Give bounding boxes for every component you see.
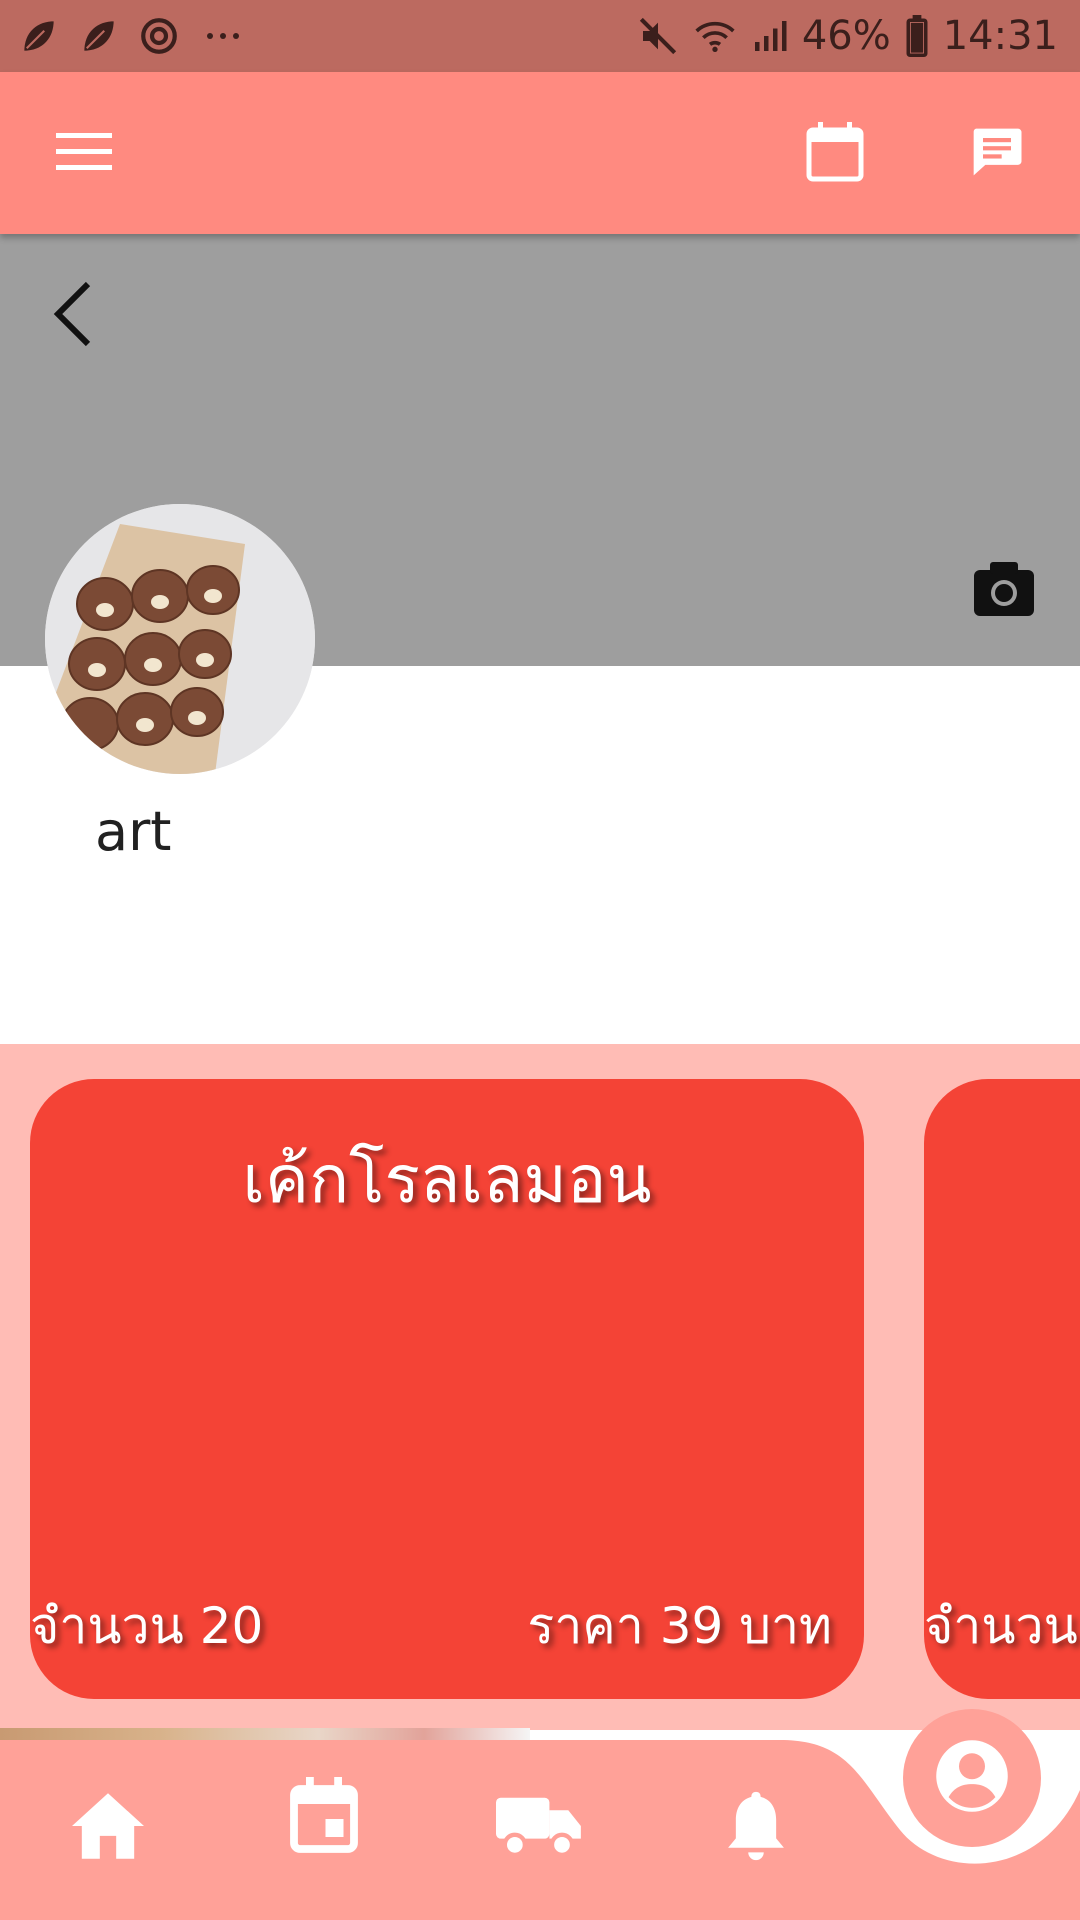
signal-icon	[752, 16, 788, 56]
battery-icon	[905, 15, 929, 57]
wifi-icon	[692, 16, 738, 56]
clock: 14:31	[942, 13, 1058, 59]
leaf-icon	[18, 15, 60, 57]
profile-name: art	[95, 800, 172, 863]
leaf-icon	[78, 15, 120, 57]
chevron-left-icon	[40, 281, 104, 358]
product-name: เค้กโรลเลมอน	[242, 1141, 652, 1218]
back-button[interactable]	[40, 274, 104, 354]
battery-percent: 46%	[801, 13, 891, 59]
nav-notifications-button[interactable]	[708, 1780, 804, 1876]
product-card[interactable]: เค้กโรลเลมอน จำนวน 20 ราคา 39 บาท	[30, 1079, 864, 1699]
menu-icon	[56, 131, 112, 177]
profile-avatar[interactable]	[45, 504, 315, 774]
event-icon	[288, 1777, 360, 1859]
calendar-icon	[806, 122, 864, 186]
camera-icon	[972, 562, 1036, 622]
home-icon	[68, 1790, 148, 1866]
product-quantity: จำนวน	[924, 1597, 1078, 1655]
profile-fab-button[interactable]	[903, 1709, 1041, 1847]
nav-calendar-button[interactable]	[276, 1770, 372, 1866]
app-bar	[0, 72, 1080, 234]
avatar-image	[45, 504, 315, 774]
product-card[interactable]: จำนวน	[924, 1079, 1080, 1699]
nav-delivery-button[interactable]	[492, 1780, 588, 1876]
truck-icon	[496, 1794, 584, 1862]
status-bar: 46% 14:31	[0, 0, 1080, 72]
bell-icon	[725, 1788, 787, 1868]
product-price: ราคา 39 บาท	[527, 1597, 832, 1655]
menu-button[interactable]	[48, 118, 120, 190]
change-cover-button[interactable]	[972, 560, 1044, 624]
account-icon	[933, 1737, 1011, 1819]
product-carousel[interactable]: เค้กโรลเลมอน จำนวน 20 ราคา 39 บาท จำนวน	[0, 1044, 1080, 1730]
chat-button[interactable]	[961, 118, 1033, 190]
calendar-button[interactable]	[799, 118, 871, 190]
chat-icon	[968, 124, 1026, 184]
mute-icon	[638, 16, 678, 56]
more-notifications-icon	[198, 26, 248, 46]
product-quantity: จำนวน 20	[30, 1597, 264, 1655]
sync-icon	[138, 15, 180, 57]
nav-home-button[interactable]	[60, 1780, 156, 1876]
